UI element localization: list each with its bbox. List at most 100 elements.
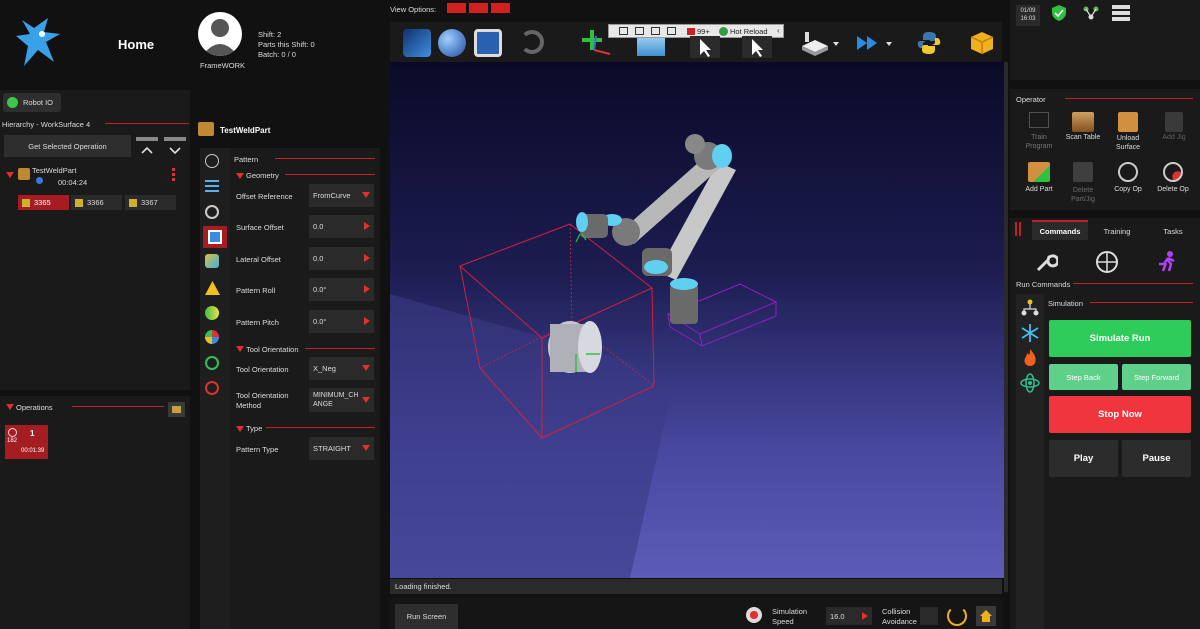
monitor-icon[interactable] xyxy=(403,29,431,57)
select-icon-4[interactable] xyxy=(667,27,676,35)
calibration-button[interactable] xyxy=(1095,250,1119,274)
strip-tool-5[interactable] xyxy=(205,254,219,268)
tab-tasks[interactable]: Tasks xyxy=(1150,222,1196,240)
chevron-left-icon[interactable]: ‹ xyxy=(777,26,780,35)
part-tree-node[interactable]: TestWeldPart 00:04:24 xyxy=(6,166,186,188)
cooling-button[interactable] xyxy=(1020,323,1040,343)
check-icon xyxy=(719,27,728,36)
heat-button[interactable] xyxy=(1020,348,1040,368)
pattern-type-dropdown[interactable]: STRAIGHT xyxy=(309,437,374,460)
surface-offset-field[interactable]: 0.0 xyxy=(309,215,374,238)
strip-tool-6[interactable] xyxy=(205,281,220,297)
server-icon[interactable] xyxy=(1112,5,1130,23)
step-forward-button[interactable]: Step Forward xyxy=(1122,364,1191,390)
simulation-speed-field[interactable]: 16.0 xyxy=(826,607,872,625)
pie-icon xyxy=(205,330,219,344)
stop-now-button[interactable]: Stop Now xyxy=(1049,396,1191,433)
divider xyxy=(275,158,375,159)
strip-tool-4[interactable] xyxy=(203,226,227,248)
pattern-pitch-field[interactable]: 0.0° xyxy=(309,310,374,333)
sliders-icon xyxy=(205,180,219,192)
lateral-offset-field[interactable]: 0.0 xyxy=(309,247,374,270)
select-icon-3[interactable] xyxy=(651,27,660,35)
run-mode-button[interactable] xyxy=(1155,250,1179,274)
select-icon-2[interactable] xyxy=(635,27,644,35)
strip-tool-10[interactable] xyxy=(205,381,219,395)
notification-icon[interactable] xyxy=(687,28,695,35)
python-icon[interactable] xyxy=(916,30,942,56)
3d-viewport[interactable] xyxy=(390,62,1004,578)
view-option-3[interactable] xyxy=(491,3,510,13)
collision-avoidance-toggle[interactable] xyxy=(920,607,938,625)
reset-view-icon[interactable] xyxy=(947,606,967,626)
pointer-button-1[interactable] xyxy=(690,36,720,58)
simulate-run-button[interactable]: Simulate Run xyxy=(1049,320,1191,357)
step-back-button[interactable]: Step Back xyxy=(1049,364,1118,390)
add-part-button[interactable]: Add Part xyxy=(1020,162,1058,208)
chevron-down-icon[interactable] xyxy=(833,42,839,46)
globe-icon[interactable] xyxy=(438,29,466,57)
geometry-title: Geometry xyxy=(246,171,279,180)
pattern-roll-field[interactable]: 0.0° xyxy=(309,278,374,301)
collapse-all-button[interactable] xyxy=(136,137,158,157)
atom-button[interactable] xyxy=(1020,373,1040,393)
clock-time: 16:03 xyxy=(1020,16,1036,22)
viewport-scrollbar[interactable] xyxy=(1004,62,1008,592)
job-chip-3367[interactable]: 3367 xyxy=(125,195,176,210)
offset-reference-dropdown[interactable]: FromCurve xyxy=(309,184,374,207)
run-screen-button[interactable]: Run Screen xyxy=(395,604,458,629)
tool-orientation-dropdown[interactable]: X_Neg xyxy=(309,357,374,380)
add-jig-button[interactable]: Add Jig xyxy=(1155,112,1193,160)
package-icon[interactable] xyxy=(968,28,996,56)
simulation-speed-label: Simulation Speed xyxy=(772,607,808,626)
avatar[interactable] xyxy=(198,12,242,56)
delete-part-jig-button[interactable]: Delete Part/Jig xyxy=(1064,162,1102,208)
operation-card[interactable]: 1 182 00:01:39 xyxy=(5,425,48,459)
select-icon-1[interactable] xyxy=(619,27,628,35)
work-surface-icon[interactable] xyxy=(800,30,830,56)
robot-io-button[interactable]: Robot IO xyxy=(3,93,61,112)
panel-grip-icon[interactable] xyxy=(1015,222,1023,236)
strip-tool-9[interactable] xyxy=(205,356,219,370)
undo-icon[interactable] xyxy=(520,30,544,54)
tab-commands[interactable]: Commands xyxy=(1032,220,1088,240)
network-icon[interactable] xyxy=(1082,5,1100,21)
operator-title: Operator xyxy=(1016,95,1046,104)
job-chip-3366[interactable]: 3366 xyxy=(71,195,122,210)
chevron-down-icon xyxy=(362,445,370,451)
pointer-button-2[interactable] xyxy=(742,36,772,58)
tool-orientation-method-dropdown[interactable]: MINIMUM_CHANGE xyxy=(309,388,374,412)
save-icon[interactable] xyxy=(474,29,502,57)
strip-tool-8[interactable] xyxy=(205,330,219,344)
strip-tool-1[interactable] xyxy=(205,154,219,168)
tool-orientation-value: X_Neg xyxy=(313,364,336,373)
more-options-icon[interactable] xyxy=(172,168,175,182)
unload-surface-button[interactable]: Unload Surface xyxy=(1108,112,1148,160)
delete-op-button[interactable]: Delete Op xyxy=(1153,162,1193,208)
expand-all-button[interactable] xyxy=(164,137,186,157)
play-button[interactable]: Play xyxy=(1049,440,1118,477)
shield-icon[interactable] xyxy=(1052,5,1066,21)
train-program-button[interactable]: Train Program xyxy=(1020,112,1058,160)
scan-table-button[interactable]: Scan Table xyxy=(1064,112,1102,160)
operations-add-icon[interactable] xyxy=(168,402,185,417)
flow-button[interactable] xyxy=(1020,298,1040,318)
fast-forward-icon[interactable] xyxy=(855,34,881,52)
home-view-button[interactable] xyxy=(976,606,996,626)
wrench-button[interactable] xyxy=(1034,250,1060,274)
chevron-down-icon xyxy=(6,404,14,410)
copy-op-button[interactable]: Copy Op xyxy=(1108,162,1148,208)
chevron-down-icon[interactable] xyxy=(886,42,892,46)
strip-tool-3[interactable] xyxy=(205,205,219,219)
view-cube-icon[interactable] xyxy=(637,36,665,56)
view-option-2[interactable] xyxy=(469,3,488,13)
job-chip-3365[interactable]: 3365 xyxy=(18,195,69,210)
pause-button[interactable]: Pause xyxy=(1122,440,1191,477)
strip-tool-7[interactable] xyxy=(205,306,219,320)
shift-text: Shift: 2 xyxy=(258,30,282,39)
view-option-1[interactable] xyxy=(447,3,466,13)
tab-training[interactable]: Training xyxy=(1092,222,1142,240)
get-selected-operation-button[interactable]: Get Selected Operation xyxy=(4,135,131,157)
hot-reload-label[interactable]: Hot Reload xyxy=(730,27,768,36)
strip-tool-2[interactable] xyxy=(205,180,219,192)
